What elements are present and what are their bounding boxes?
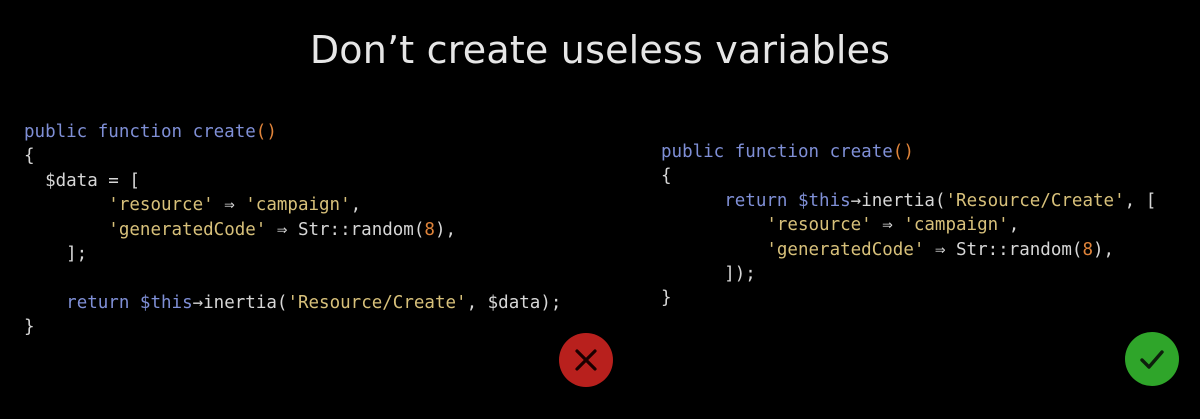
code-string: 'generatedCode' bbox=[766, 239, 925, 260]
code-text: = [ bbox=[97, 170, 140, 191]
code-text: ), bbox=[1093, 239, 1115, 260]
code-line: { bbox=[24, 146, 35, 167]
code-variable: $data bbox=[45, 170, 98, 191]
code-line: public function create() bbox=[661, 140, 1156, 164]
code-text: Str::random( bbox=[297, 219, 425, 240]
code-line: 'resource' ⇒ 'campaign', bbox=[24, 193, 561, 217]
code-paren: () bbox=[255, 122, 277, 142]
code-text: , [ bbox=[1124, 190, 1157, 211]
code-number: 8 bbox=[1082, 239, 1093, 260]
code-line: } bbox=[24, 317, 35, 338]
code-keyword: return bbox=[724, 190, 798, 211]
bad-example-badge bbox=[559, 333, 613, 387]
code-string: 'campaign' bbox=[245, 195, 351, 216]
good-code-example: public function create(){ return $this→i… bbox=[661, 140, 1156, 311]
code-keyword: public function bbox=[24, 122, 193, 142]
code-arrow: ⇒ bbox=[266, 219, 298, 240]
code-string: 'resource' bbox=[766, 215, 872, 236]
code-text: , bbox=[1008, 215, 1020, 236]
code-line: return $this→inertia('Resource/Create', … bbox=[661, 189, 1156, 213]
code-text: →inertia( bbox=[850, 190, 946, 211]
code-line: } bbox=[661, 288, 672, 309]
code-paren: () bbox=[892, 142, 914, 162]
code-text: ), bbox=[434, 219, 457, 240]
code-number: 8 bbox=[424, 219, 435, 240]
code-string: 'resource' bbox=[108, 195, 214, 216]
code-text: →inertia( bbox=[192, 292, 288, 313]
code-keyword: return bbox=[66, 292, 140, 313]
code-line: 'generatedCode' ⇒ Str::random(8), bbox=[24, 218, 561, 242]
page-title: Don’t create useless variables bbox=[309, 28, 891, 72]
code-line: { bbox=[661, 166, 672, 187]
code-string: 'Resource/Create' bbox=[945, 190, 1125, 211]
code-string: 'Resource/Create' bbox=[287, 292, 467, 313]
code-line: public function create() bbox=[24, 120, 561, 144]
check-icon bbox=[1140, 350, 1164, 369]
code-arrow: ⇒ bbox=[871, 215, 904, 236]
code-arrow: ⇒ bbox=[213, 195, 246, 216]
code-text: , bbox=[350, 195, 362, 216]
code-line: ]); bbox=[661, 263, 756, 284]
code-line: 'resource' ⇒ 'campaign', bbox=[661, 213, 1156, 237]
code-function-name: create bbox=[192, 122, 256, 142]
code-text: , $data); bbox=[466, 292, 562, 313]
code-keyword: public function bbox=[661, 142, 830, 162]
code-line: return $this→inertia('Resource/Create', … bbox=[24, 291, 561, 315]
code-line: 'generatedCode' ⇒ Str::random(8), bbox=[661, 238, 1156, 262]
code-line: $data = [ bbox=[24, 169, 561, 193]
code-line: ]; bbox=[24, 243, 88, 264]
code-arrow: ⇒ bbox=[924, 239, 957, 260]
good-example-badge bbox=[1125, 332, 1179, 386]
code-string: 'generatedCode' bbox=[108, 219, 267, 240]
bad-code-example: public function create(){ $data = [ 'res… bbox=[24, 120, 561, 340]
code-string: 'campaign' bbox=[903, 215, 1009, 236]
code-variable: $this bbox=[797, 190, 851, 211]
code-text: Str::random( bbox=[956, 239, 1083, 260]
close-icon bbox=[575, 349, 597, 371]
code-variable: $this bbox=[139, 292, 193, 313]
code-function-name: create bbox=[829, 142, 893, 162]
